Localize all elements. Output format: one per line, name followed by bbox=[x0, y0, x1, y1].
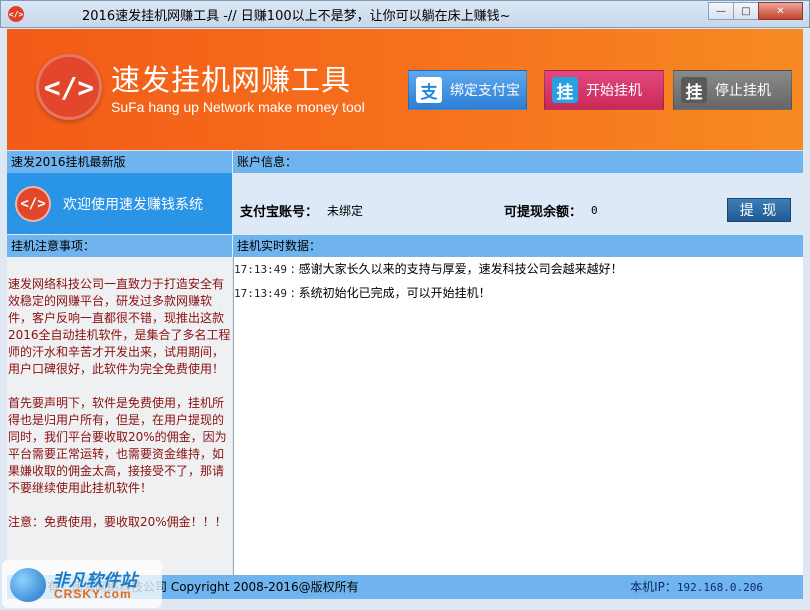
account-info-header: 账户信息： bbox=[233, 151, 803, 173]
log-message: : 系统初始化已完成，可以开始挂机！ bbox=[286, 286, 491, 300]
notes-paragraph: 注意：免费使用，要收取20%佣金！！！ bbox=[8, 515, 227, 529]
alipay-account-value: 未绑定 bbox=[327, 204, 364, 218]
account-panel: 支付宝账号： 未绑定 可提现余额： 0 提 现 bbox=[233, 173, 803, 234]
close-button[interactable]: ✕ bbox=[758, 2, 803, 20]
window-controls: — □ ✕ bbox=[708, 2, 803, 20]
log-entry: 17:13:49 : 系统初始化已完成，可以开始挂机！ bbox=[234, 286, 803, 310]
app-header: </> 速发挂机网赚工具 SuFa hang up Network make m… bbox=[7, 29, 803, 150]
minimize-button[interactable]: — bbox=[708, 2, 734, 20]
hangup-icon: 挂 bbox=[681, 77, 707, 103]
watermark-domain: CRSKY.com bbox=[54, 587, 132, 601]
app-title: 速发挂机网赚工具 bbox=[111, 63, 352, 97]
notes-paragraph: 首先要声明下，软件是免费使用，挂机所得也是归用户所有，但是，在用户提现的同时，我… bbox=[8, 396, 227, 495]
stop-hangup-button[interactable]: 挂 停止挂机 bbox=[673, 70, 792, 110]
local-ip-label: 本机IP： bbox=[630, 580, 677, 594]
local-ip: 本机IP：192.168.0.206 bbox=[630, 575, 763, 600]
watermark-logo-icon bbox=[10, 568, 46, 602]
notes-paragraph: 速发网络科技公司一直致力于打造安全有效稳定的网赚平台，研发过多款网赚软件，客户反… bbox=[8, 277, 231, 376]
notes-panel: 速发网络科技公司一直致力于打造安全有效稳定的网赚平台，研发过多款网赚软件，客户反… bbox=[7, 257, 232, 575]
window-titlebar: </> 2016速发挂机网赚工具 -// 日赚100以上不是梦，让你可以躺在床上… bbox=[0, 0, 810, 28]
bind-alipay-button[interactable]: 支 绑定支付宝 bbox=[408, 70, 527, 110]
log-timestamp: 17:13:49 bbox=[234, 287, 287, 300]
welcome-banner: </> 欢迎使用速发赚钱系统 bbox=[7, 173, 232, 234]
notes-header: 挂机注意事项： bbox=[7, 235, 232, 257]
local-ip-value: 192.168.0.206 bbox=[676, 581, 763, 594]
log-message: : 感谢大家长久以来的支持与厚爱，速发科技公司会越来越好！ bbox=[286, 262, 623, 276]
welcome-logo-icon: </> bbox=[15, 185, 51, 222]
start-hangup-button[interactable]: 挂 开始挂机 bbox=[544, 70, 664, 110]
log-entry: 17:13:49 : 感谢大家长久以来的支持与厚爱，速发科技公司会越来越好！ bbox=[234, 262, 803, 286]
app-icon: </> bbox=[8, 6, 24, 22]
alipay-icon: 支 bbox=[416, 77, 442, 103]
stop-hangup-label: 停止挂机 bbox=[715, 83, 771, 99]
withdraw-button[interactable]: 提 现 bbox=[727, 198, 791, 222]
balance-label: 可提现余额： bbox=[504, 205, 583, 220]
maximize-button[interactable]: □ bbox=[733, 2, 759, 20]
hangup-icon: 挂 bbox=[552, 77, 578, 103]
version-header: 速发2016挂机最新版 bbox=[7, 151, 232, 173]
alipay-account-label: 支付宝账号： bbox=[240, 205, 319, 220]
balance-value: 0 bbox=[591, 204, 598, 217]
log-header: 挂机实时数据： bbox=[233, 235, 803, 257]
start-hangup-label: 开始挂机 bbox=[586, 83, 642, 99]
bind-alipay-label: 绑定支付宝 bbox=[450, 83, 520, 99]
app-subtitle: SuFa hang up Network make money tool bbox=[111, 99, 365, 115]
site-watermark: 非凡软件站 CRSKY.com bbox=[2, 560, 162, 608]
app-logo-icon: </> bbox=[36, 54, 102, 120]
realtime-log[interactable]: 17:13:49 : 感谢大家长久以来的支持与厚爱，速发科技公司会越来越好！ 1… bbox=[233, 257, 803, 575]
window-title: 2016速发挂机网赚工具 -// 日赚100以上不是梦，让你可以躺在床上赚钱~ bbox=[82, 8, 511, 24]
welcome-text: 欢迎使用速发赚钱系统 bbox=[63, 196, 203, 213]
log-timestamp: 17:13:49 bbox=[234, 263, 287, 276]
